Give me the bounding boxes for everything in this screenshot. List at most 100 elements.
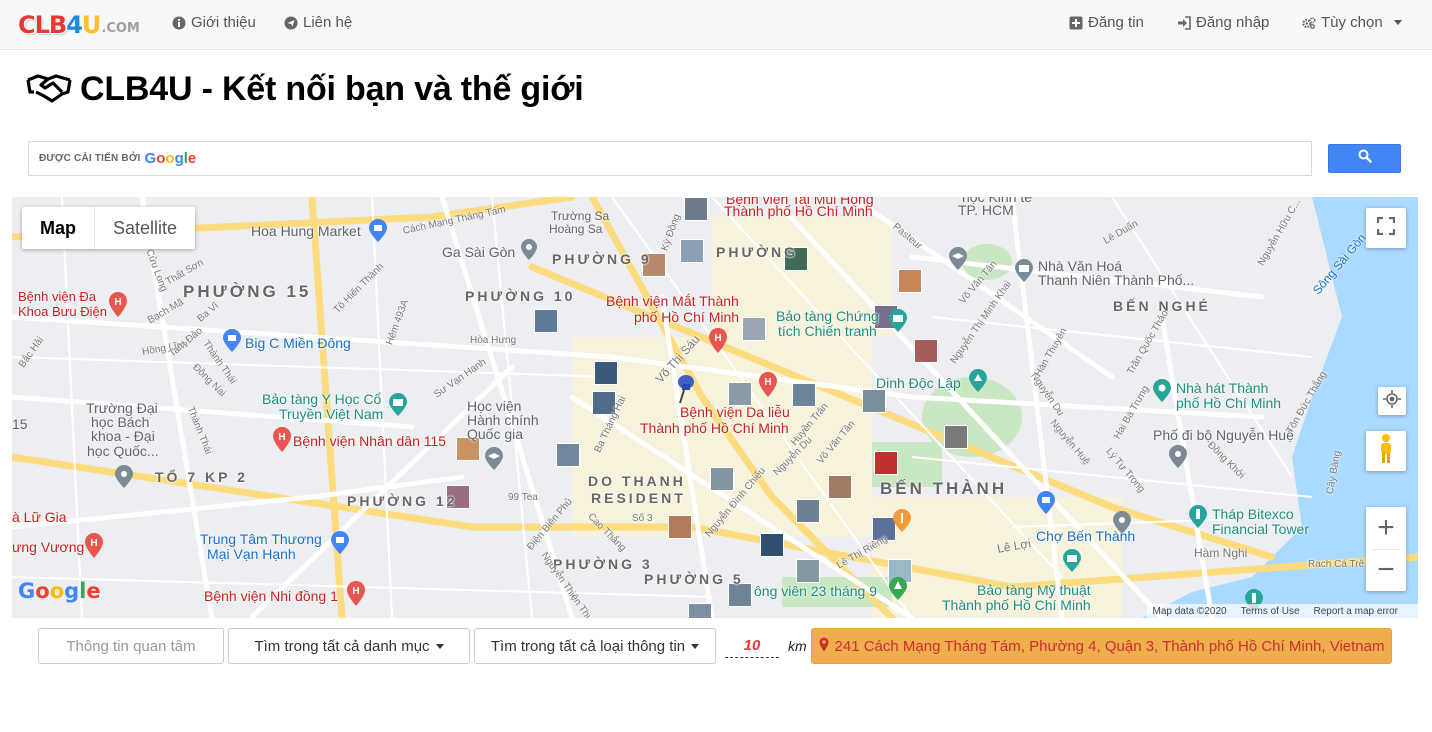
google-map-logo[interactable]: Google <box>18 579 101 603</box>
museum-marker-icon[interactable] <box>1062 549 1082 578</box>
map-label: phố Hồ Chí Minh <box>634 309 740 325</box>
map-type-map-button[interactable]: Map <box>22 207 95 249</box>
info-type-dropdown[interactable]: Tìm trong tất cả loại thông tin <box>474 628 716 664</box>
listing-thumbnail[interactable] <box>792 383 816 407</box>
district-label: TỔ 7 KP 2 <box>155 469 248 485</box>
plus-square-icon <box>1069 16 1083 30</box>
school-marker-icon[interactable] <box>484 447 504 476</box>
map-type-satellite-button[interactable]: Satellite <box>95 207 195 249</box>
zoom-in-button[interactable]: + <box>1366 507 1406 549</box>
museum-marker-icon[interactable] <box>888 309 908 338</box>
hospital-marker-icon[interactable]: H <box>758 372 778 403</box>
nav-options-dropdown[interactable]: Tùy chọn <box>1302 14 1402 31</box>
chevron-down-icon <box>691 643 700 649</box>
listing-thumbnail[interactable] <box>710 467 734 491</box>
interest-input-container[interactable]: Thông tin quan tâm <box>38 628 224 664</box>
map-label: Truyền Việt Nam <box>279 406 384 422</box>
map-label: Thành phố Hồ Chí Minh <box>942 597 1091 613</box>
svg-text:H: H <box>90 538 97 549</box>
map-marker-icon <box>819 637 829 656</box>
nav-login-link[interactable]: Đăng nhập <box>1177 14 1269 31</box>
zoom-out-button[interactable]: − <box>1366 549 1406 591</box>
listing-thumbnail[interactable] <box>796 499 820 523</box>
search-button[interactable] <box>1328 144 1401 173</box>
map-label: Bảo tàng Chứng <box>776 308 879 324</box>
nav-contact-label: Liên hệ <box>303 14 353 31</box>
search-input-container[interactable]: ĐƯỢC CẢI TIẾN BỞI Google <box>28 141 1312 176</box>
place-marker-icon[interactable] <box>1168 445 1188 474</box>
theater-marker-icon[interactable] <box>1152 379 1172 408</box>
listing-thumbnail[interactable] <box>680 239 704 263</box>
restaurant-marker-icon[interactable] <box>892 509 912 538</box>
brand-part-4: 4 <box>66 11 83 39</box>
category-dropdown-label: Tìm trong tất cả danh mục <box>254 637 430 655</box>
google-letter-g2: g <box>64 579 80 603</box>
zoom-divider <box>1372 549 1400 550</box>
category-dropdown[interactable]: Tìm trong tất cả danh mục <box>228 628 470 664</box>
map-label: Nhà hát Thành <box>1176 380 1269 396</box>
listing-thumbnail[interactable] <box>684 197 708 221</box>
shopping-marker-icon[interactable] <box>368 219 388 248</box>
hospital-marker-icon[interactable]: H <box>272 427 292 458</box>
district-label: PHƯỜNG 15 <box>183 282 312 301</box>
map-label: Thành phố Hồ Chí Minh <box>640 420 789 436</box>
map-label: ưng Vương <box>12 539 85 555</box>
my-location-button[interactable] <box>1378 387 1406 415</box>
hospital-marker-icon[interactable]: H <box>708 328 728 359</box>
shopping-marker-icon[interactable] <box>330 531 350 560</box>
interest-input[interactable] <box>39 629 223 663</box>
listing-thumbnail[interactable] <box>594 361 618 385</box>
listing-thumbnail[interactable] <box>862 389 886 413</box>
park-marker-icon[interactable] <box>888 577 908 606</box>
nav-post-link[interactable]: Đăng tin <box>1069 14 1144 31</box>
museum-marker-icon[interactable] <box>388 393 408 422</box>
map-label: Bệnh viện Da liễu <box>680 404 790 420</box>
district-label: PHƯỜNG <box>716 244 799 260</box>
street-view-pegman[interactable] <box>1366 431 1406 471</box>
terms-of-use-link[interactable]: Terms of Use <box>1241 606 1300 617</box>
map-label: Big C Miền Đông <box>245 335 351 351</box>
svg-text:H: H <box>352 586 359 597</box>
brand-logo[interactable]: CLB 4 U .COM <box>18 9 140 39</box>
listing-thumbnail[interactable] <box>828 475 852 499</box>
listing-thumbnail[interactable] <box>668 515 692 539</box>
listing-thumbnail[interactable] <box>534 309 558 333</box>
listing-thumbnail[interactable] <box>874 451 898 475</box>
district-label: BẾN THÀNH <box>880 479 1008 498</box>
map-label: TP. HCM <box>958 202 1014 218</box>
brand-part-u: U <box>81 11 101 39</box>
shopping-marker-icon[interactable] <box>1036 491 1056 520</box>
listing-thumbnail[interactable] <box>742 317 766 341</box>
museum-marker-icon[interactable] <box>1014 259 1034 288</box>
listing-thumbnail[interactable] <box>728 382 752 406</box>
listing-thumbnail[interactable] <box>760 533 784 557</box>
shopping-marker-icon[interactable] <box>222 329 242 358</box>
landmark-marker-icon[interactable] <box>968 369 988 398</box>
landmark-marker-icon[interactable] <box>1188 505 1208 534</box>
map-label: Hoàng Sa <box>549 222 603 236</box>
report-map-error-link[interactable]: Report a map error <box>1314 606 1398 617</box>
search-input[interactable] <box>29 142 1311 175</box>
chevron-down-icon <box>435 643 444 649</box>
google-letter-g: G <box>18 579 36 603</box>
nav-contact-link[interactable]: Liên hệ <box>284 14 352 31</box>
nav-about-link[interactable]: Giới thiệu <box>172 14 256 31</box>
train-station-marker-icon[interactable] <box>520 239 538 266</box>
place-marker-icon[interactable] <box>114 465 134 494</box>
listing-thumbnail[interactable] <box>914 339 938 363</box>
map-canvas[interactable]: H H H H H H Hoa Hung Market Ga Sài Gòn T… <box>12 197 1418 618</box>
hospital-marker-icon[interactable]: H <box>84 533 104 564</box>
listing-thumbnail[interactable] <box>796 559 820 583</box>
distance-input[interactable]: 10 <box>725 634 779 658</box>
location-button[interactable]: 241 Cách Mạng Tháng Tám, Phường 4, Quận … <box>811 628 1392 664</box>
listing-thumbnail[interactable] <box>556 443 580 467</box>
listing-thumbnail[interactable] <box>944 425 968 449</box>
handshake-icon <box>26 70 72 109</box>
hospital-marker-icon[interactable]: H <box>346 581 366 612</box>
listing-thumbnail[interactable] <box>898 269 922 293</box>
listing-thumbnail[interactable] <box>688 603 712 618</box>
map-label: Thanh Niên Thành Phố... <box>1038 272 1195 288</box>
school-marker-icon[interactable] <box>948 247 968 276</box>
hospital-marker-icon[interactable]: H <box>108 292 128 323</box>
fullscreen-button[interactable] <box>1366 208 1406 248</box>
